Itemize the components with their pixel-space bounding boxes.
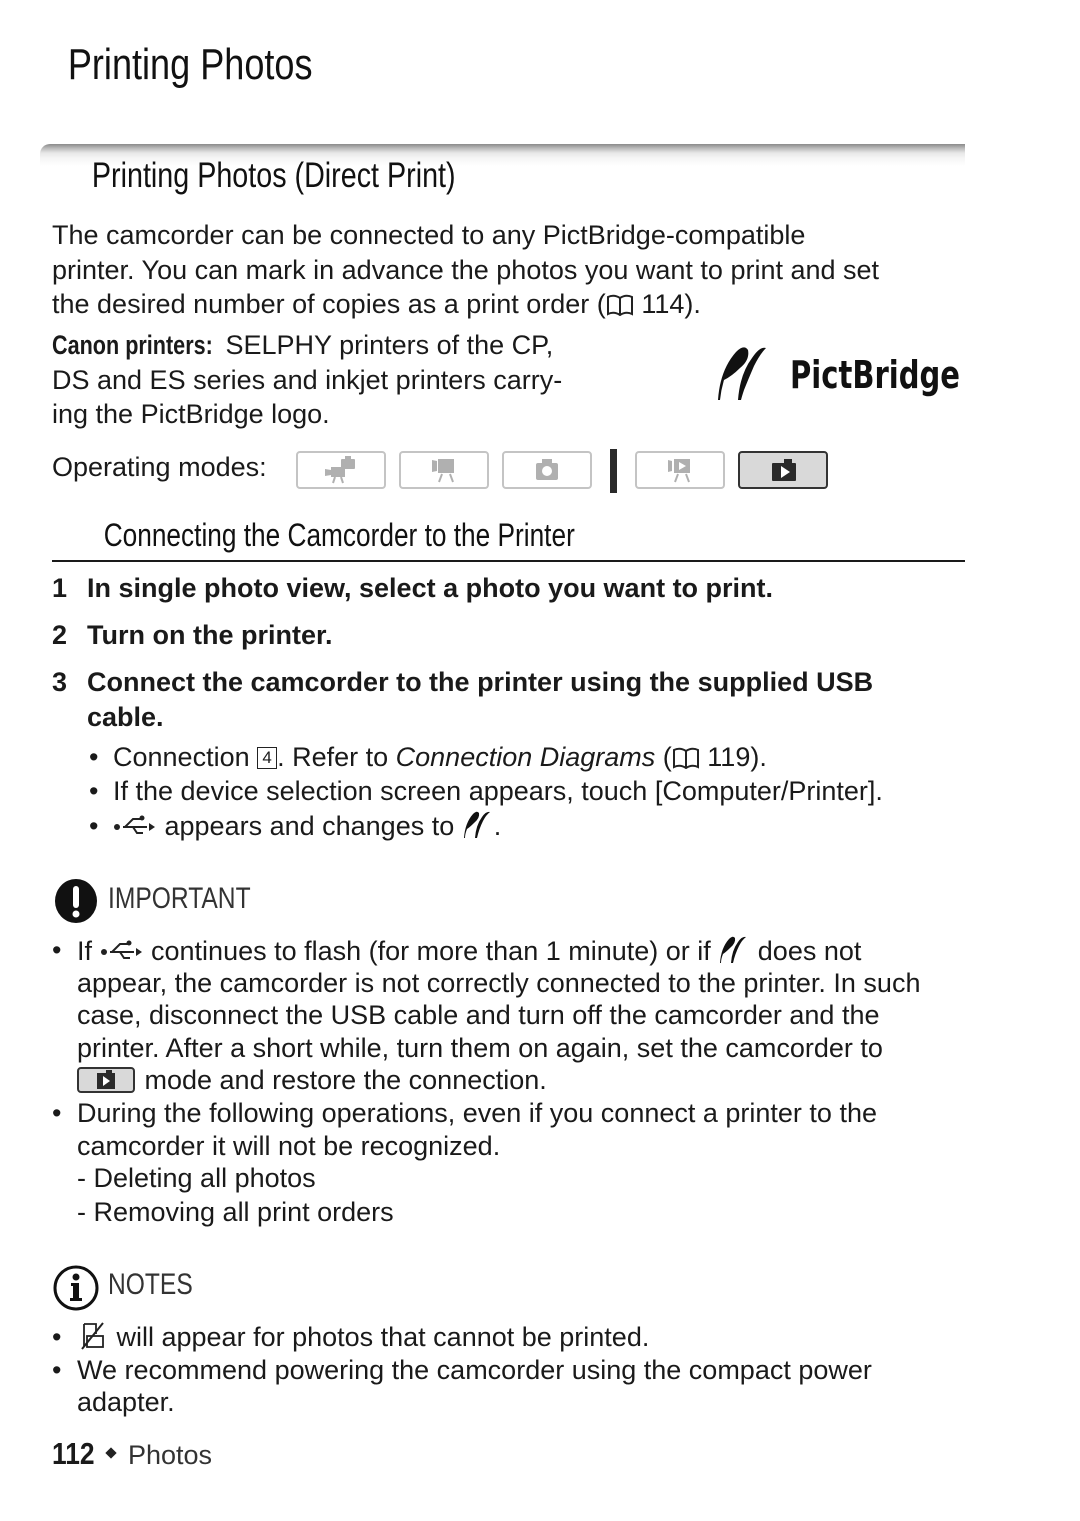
step-item: 2 Turn on the printer.	[52, 618, 952, 658]
footer-section-label: Photos	[128, 1440, 213, 1470]
book-reference-icon	[606, 294, 633, 316]
important-text: appear, the camcorder is not correctly c…	[77, 967, 921, 998]
notes-list: • will appear for photos that cannot be …	[52, 1321, 972, 1419]
mode-photo-playback	[738, 451, 828, 489]
important-text: does not	[750, 936, 862, 966]
pictbridge-logo: PictBridge	[714, 340, 964, 402]
intro-line: the desired number of copies as a print …	[52, 287, 972, 322]
auto-movie-photo-mode-icon	[325, 456, 355, 484]
bullet-text: . Refer to	[277, 742, 396, 772]
connection-diagrams-link[interactable]: Connection Diagrams	[396, 742, 656, 772]
important-heading: IMPORTANT	[108, 882, 251, 915]
pictbridge-logo-text: PictBridge	[790, 353, 960, 397]
step-number: 3	[52, 667, 68, 697]
canon-text: DS and ES series and inkjet printers car…	[52, 364, 563, 395]
bullet: •	[89, 811, 99, 841]
bullet-text: (	[655, 742, 672, 772]
canon-text: ing the PictBridge logo.	[52, 399, 330, 429]
important-paragraph: • If continues to flash (for more than 1…	[52, 934, 972, 1162]
canon-printers-label: Canon printers:	[52, 330, 213, 360]
pictbridge-icon	[720, 936, 747, 963]
page-title: Printing Photos	[67, 40, 313, 89]
intro-text: ).	[684, 289, 701, 319]
dash-item: - Deleting all photos	[77, 1163, 316, 1193]
movie-playback-mode-icon	[668, 459, 690, 483]
movie-record-mode-icon	[432, 459, 454, 483]
notes-text: We recommend powering the camcorder usin…	[77, 1354, 872, 1385]
step-text: Turn on the printer.	[87, 620, 333, 650]
pictbridge-icon	[463, 811, 490, 838]
step-number: 2	[52, 620, 68, 650]
important-text: printer. After a short while, turn them …	[77, 1032, 883, 1063]
notes-text: will appear for photos that cannot be pr…	[109, 1322, 650, 1352]
bullet-text: .	[493, 811, 502, 841]
intro-paragraph: The camcorder can be connected to any Pi…	[52, 218, 972, 322]
canon-text: SELPHY printers of the CP,	[218, 330, 554, 360]
photo-record-mode-icon	[536, 459, 558, 480]
pictbridge-logo-icon: PictBridge	[718, 347, 960, 400]
section-title: Printing Photos (Direct Print)	[91, 156, 456, 195]
bullet: •	[52, 1354, 62, 1385]
important-text: If	[77, 936, 100, 966]
bullet: •	[52, 1322, 62, 1352]
bullet: •	[89, 742, 99, 772]
subsection-rule	[52, 560, 965, 562]
step-number: 1	[52, 573, 68, 603]
important-text: continues to flash (for more than 1 minu…	[143, 936, 719, 966]
page-number: 112	[52, 1436, 95, 1471]
bullet-text: appears and changes to	[157, 811, 462, 841]
intro-line: The camcorder can be connected to any Pi…	[52, 220, 806, 250]
page-reference-link[interactable]: 119	[707, 742, 750, 772]
page-reference-link[interactable]: 114	[641, 289, 684, 319]
usb-connection-icon	[100, 940, 142, 959]
intro-text: the desired number of copies as a print …	[52, 289, 606, 319]
bullet-text: ).	[750, 742, 767, 772]
bullet-text: Connection	[113, 742, 258, 772]
step-item: 3 Connect the camcorder to the printer u…	[52, 665, 952, 740]
intro-line: printer. You can mark in advance the pho…	[52, 254, 880, 285]
important-text: camcorder it will not be recognized.	[77, 1130, 501, 1161]
mode-auto-movie-photo	[296, 451, 386, 489]
photo-playback-mode-icon	[77, 1067, 135, 1094]
important-text: During the following operations, even if…	[77, 1097, 877, 1128]
important-text: mode and restore the connection.	[137, 1065, 547, 1096]
bullet: •	[52, 935, 62, 965]
important-icon	[55, 879, 97, 923]
step-text: In single photo view, select a photo you…	[87, 573, 774, 603]
mode-separator	[610, 449, 617, 493]
mode-movie-record	[399, 451, 489, 489]
book-reference-icon	[672, 747, 699, 769]
canon-printers-paragraph: Canon printers: SELPHY printers of the C…	[52, 328, 642, 432]
bullet: •	[89, 776, 99, 806]
photo-playback-mode-icon	[772, 459, 796, 481]
bullet: •	[52, 1097, 62, 1128]
important-text: case, disconnect the USB cable and turn …	[77, 1000, 880, 1031]
notes-info-icon	[53, 1265, 99, 1311]
print-not-available-icon	[81, 1322, 104, 1350]
usb-connection-icon	[114, 815, 155, 834]
bullet-text: If the device selection screen appears, …	[113, 776, 883, 806]
mode-movie-playback	[635, 451, 725, 489]
diamond-separator-icon	[105, 1447, 117, 1459]
dash-item: - Removing all print orders	[77, 1197, 394, 1227]
notes-text: adapter.	[77, 1387, 175, 1418]
step-text: Connect the camcorder to the printer usi…	[87, 667, 874, 732]
notes-heading: NOTES	[108, 1268, 193, 1301]
step-item: 1 In single photo view, select a photo y…	[52, 571, 952, 611]
subsection-title: Connecting the Camcorder to the Printer	[103, 517, 575, 553]
operating-modes-label: Operating modes:	[52, 452, 267, 482]
connection-number-box: 4	[257, 747, 278, 769]
mode-photo-record	[502, 451, 592, 489]
